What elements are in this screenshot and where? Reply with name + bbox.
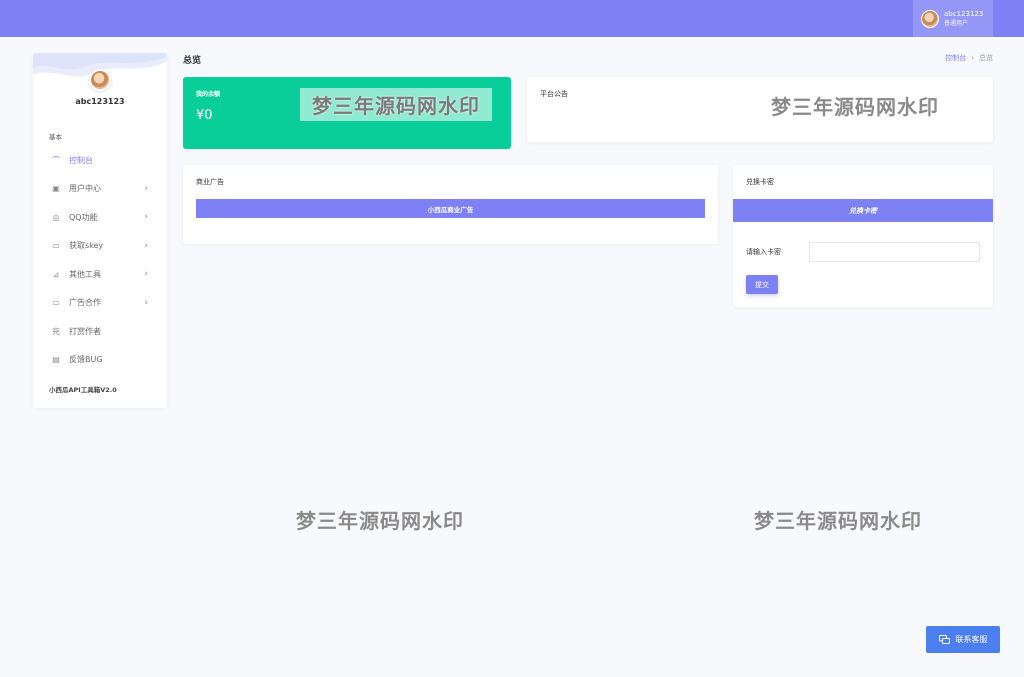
sidebar-item[interactable]: ◎ QQ功能 › — [33, 203, 167, 232]
sidebar-item-label: 打赏作者 — [69, 326, 101, 336]
sidebar-item[interactable]: ▭ 广告合作 › — [33, 289, 167, 318]
watermark: 梦三年源码网水印 — [300, 88, 492, 121]
dashboard-icon: ⌒ — [52, 155, 60, 165]
sidebar-menu: ⌒ 控制台 ▣ 用户中心 › ◎ QQ功能 › ▭ 获取skey › ⊿ 其他工具 › ▭ 广告合作 › 充打赏作… — [33, 146, 167, 374]
header-user-role: 普通用户 — [944, 19, 969, 27]
breadcrumb-separator: › — [971, 54, 974, 62]
header-username: abc123123 — [944, 9, 984, 18]
chart-icon: ⊿ — [52, 269, 60, 279]
contact-support-button[interactable]: 联系客服 — [926, 626, 1000, 653]
sidebar-item-label: QQ功能 — [69, 212, 98, 222]
page-title: 总览 — [183, 56, 202, 66]
sidebar-item[interactable]: ⊿ 其他工具 › — [33, 260, 167, 289]
redeem-banner: 兑换卡密 — [733, 199, 993, 222]
sidebar-item-label: 控制台 — [69, 155, 93, 165]
user-card-icon: ▣ — [52, 184, 60, 194]
sidebar-item-label: 反馈BUG — [69, 355, 103, 365]
balance-amount: ¥0 — [196, 108, 213, 123]
feedback-icon: ▤ — [52, 355, 60, 365]
breadcrumb-dashboard-link[interactable]: 控制台 — [945, 54, 966, 62]
submit-button[interactable]: 提交 — [746, 275, 778, 294]
sidebar-item[interactable]: ▤ 反馈BUG — [33, 346, 167, 375]
avatar — [921, 9, 939, 28]
sidebar-item[interactable]: ▭ 获取skey › — [33, 232, 167, 261]
charge-icon: 充 — [52, 326, 60, 336]
shield-icon: ◎ — [52, 212, 60, 222]
sidebar: abc123123 基本 ⌒ 控制台 ▣ 用户中心 › ◎ QQ功能 › ▭ 获取skey › ⊿ 其他… — [33, 53, 167, 408]
chevron-right-icon: › — [144, 183, 148, 194]
sidebar-item[interactable]: ▣ 用户中心 › — [33, 175, 167, 204]
chevron-right-icon: › — [144, 212, 148, 223]
sidebar-item[interactable]: ⌒ 控制台 — [33, 146, 167, 175]
breadcrumb: 控制台 › 总览 — [945, 53, 993, 63]
ad-banner[interactable]: 小西瓜商业广告 — [196, 199, 705, 218]
chevron-right-icon: › — [144, 240, 148, 251]
user-menu[interactable]: abc123123 普通用户 — [913, 0, 993, 37]
sidebar-username: abc123123 — [75, 97, 125, 106]
ad-card: 商业广告 小西瓜商业广告 — [183, 165, 718, 244]
redeem-card: 兑换卡密 兑换卡密 请输入卡密 提交 — [733, 165, 993, 307]
card-code-input[interactable] — [809, 242, 980, 262]
chat-icon — [938, 634, 950, 644]
sidebar-item-label: 其他工具 — [69, 269, 101, 279]
sidebar-avatar — [89, 69, 111, 91]
sidebar-footer: 小西瓜API工具箱V2.0 — [49, 386, 117, 394]
watermark: 梦三年源码网水印 — [754, 509, 922, 533]
sidebar-section-title: 基本 — [49, 133, 62, 141]
contact-support-label: 联系客服 — [955, 635, 988, 644]
watermark: 梦三年源码网水印 — [296, 509, 464, 533]
card-code-label: 请输入卡密 — [746, 248, 781, 256]
chevron-right-icon: › — [144, 269, 148, 280]
notice-title: 平台公告 — [540, 90, 568, 98]
balance-label: 我的余额 — [196, 91, 221, 98]
sidebar-item[interactable]: 充打赏作者 — [33, 317, 167, 346]
watermark: 梦三年源码网水印 — [771, 95, 939, 119]
sidebar-item-label: 用户中心 — [69, 184, 101, 194]
top-navbar: abc123123 普通用户 — [0, 0, 1024, 37]
ad-title: 商业广告 — [196, 178, 224, 186]
redeem-title: 兑换卡密 — [746, 178, 774, 186]
chevron-right-icon: › — [144, 297, 148, 308]
breadcrumb-current: 总览 — [979, 54, 993, 62]
monitor-icon: ▭ — [52, 241, 60, 251]
screen-icon: ▭ — [52, 298, 60, 308]
sidebar-item-label: 获取skey — [69, 241, 104, 251]
sidebar-item-label: 广告合作 — [69, 298, 101, 308]
